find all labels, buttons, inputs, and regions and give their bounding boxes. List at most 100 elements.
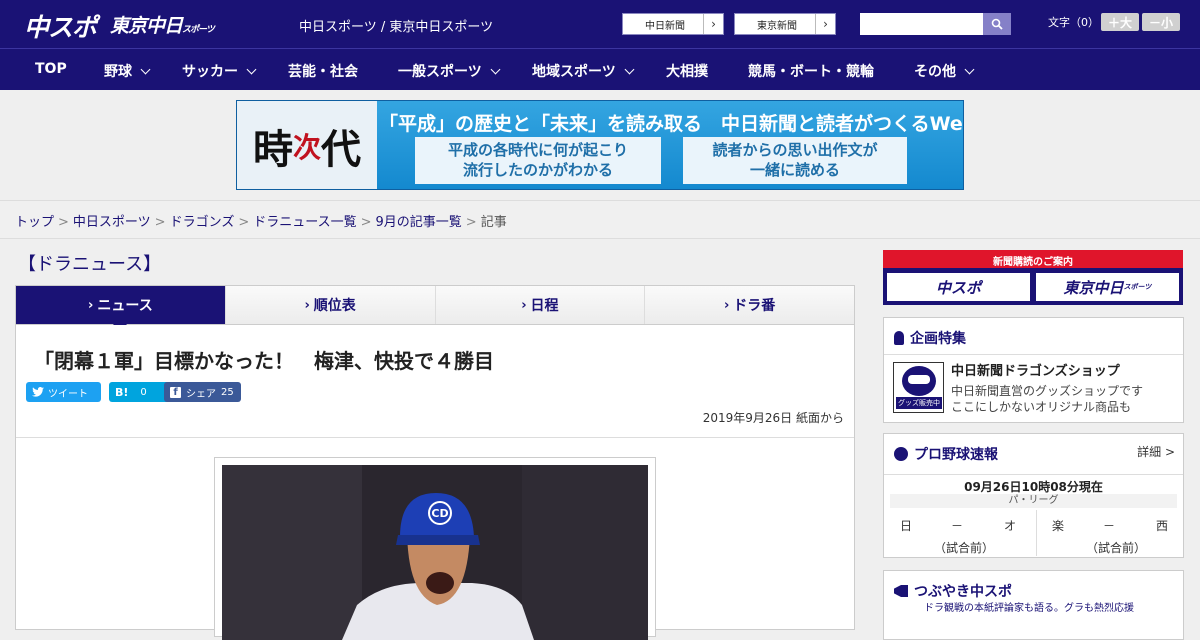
jidai-banner-ad[interactable]: 時次代 「平成」の歴史と「未来」を読み取る 中日新聞と読者がつくるWebサイト … (236, 100, 964, 190)
tweet-button[interactable]: ツイート (26, 382, 101, 402)
tokyo-shimbun-button[interactable]: 東京新聞 › (734, 13, 836, 35)
baseball-icon (894, 447, 908, 461)
tokyo-chunichi-logo[interactable]: 東京中日スポーツ (110, 11, 215, 38)
top-header: 中スポ 東京中日スポーツ 中日スポーツ / 東京中日スポーツ 中日新聞 › 東京… (0, 0, 1200, 48)
chevron-right-icon: › (304, 297, 310, 313)
breadcrumb-link[interactable]: トップ (15, 215, 54, 230)
font-larger-button[interactable]: ＋大 (1101, 13, 1139, 31)
twitter-bird-icon (32, 387, 44, 397)
breadcrumb-separator: > (154, 215, 166, 230)
pitcher-photo-illustration: CD (222, 465, 648, 640)
dragons-shop-icon[interactable]: グッズ販売中 (893, 362, 944, 413)
shop-description: ここにしかないオリジナル商品も (951, 400, 1132, 414)
banner-kanji-small: 次 (292, 131, 321, 164)
divider (884, 354, 1183, 355)
baseball-timestamp: 09月26日10時08分現在 (884, 474, 1183, 495)
subscribe-chuspo-button[interactable]: 中スポ (887, 273, 1030, 301)
chevron-right-icon: › (723, 297, 730, 313)
facebook-share-label: シェア (186, 388, 216, 400)
game-score: － (1103, 519, 1116, 533)
pin-icon (894, 331, 904, 345)
main-navigation: TOP 野球 サッカー 芸能・社会 一般スポーツ 地域スポーツ 大相撲 競馬・ボ… (0, 48, 1200, 90)
facebook-share-button[interactable]: f シェア 25 (164, 382, 241, 402)
nav-item-local-sports[interactable]: 地域スポーツ (532, 61, 635, 81)
nav-item-soccer[interactable]: サッカー (182, 61, 257, 81)
banner-box-line: 流行したのかがわかる (462, 161, 613, 179)
nav-item-baseball[interactable]: 野球 (104, 61, 151, 81)
article-photo-frame: CD (214, 457, 656, 640)
baseball-heading-text: プロ野球速報 (914, 447, 998, 463)
divider (1036, 510, 1037, 556)
chevron-down-icon (624, 64, 635, 75)
search-input[interactable] (860, 13, 983, 35)
tab-schedule[interactable]: › 日程 (434, 286, 645, 324)
tab-standings[interactable]: › 順位表 (224, 286, 435, 324)
nav-item-racing[interactable]: 競馬・ボート・競輪 (748, 61, 874, 81)
nav-item-other[interactable]: その他 (914, 61, 975, 81)
breadcrumb-link[interactable]: 9月の記事一覧 (376, 215, 462, 230)
tab-label: ドラ番 (733, 298, 776, 314)
subscribe-tokyo-chunichi-button[interactable]: 東京中日 スポーツ (1036, 273, 1179, 301)
article-photo[interactable]: CD (222, 465, 648, 640)
baseball-heading: プロ野球速報 (894, 444, 998, 464)
game-home-team: 楽 (1052, 519, 1065, 533)
tsubuyaki-heading-text: つぶやき中スポ (914, 584, 1012, 600)
breadcrumb: トップ > 中日スポーツ > ドラゴンズ > ドラニュース一覧 >9月の記事一覧 > 記事 (0, 200, 1200, 239)
subscribe-tokyo-label: 東京中日 (1063, 278, 1124, 297)
tab-label: 日程 (530, 298, 559, 314)
nav-item-general-sports[interactable]: 一般スポーツ (398, 61, 501, 81)
banner-headline: 「平成」の歴史と「未来」を読み取る 中日新聞と読者がつくるWebサイト (379, 113, 963, 135)
breadcrumb-separator: > (360, 215, 372, 230)
tokyo-logo-small: スポーツ (182, 25, 215, 35)
tab-dora-ban[interactable]: › ドラ番 (644, 286, 854, 324)
banner-box-line: 平成の各時代に何が起こり (447, 141, 628, 159)
facebook-icon: f (170, 386, 181, 398)
nav-item-top[interactable]: TOP (35, 61, 67, 77)
tokyo-logo-text: 東京中日 (110, 15, 183, 37)
article: 「閉幕１軍」目標かなった！ 梅津、快投で４勝目 ツイート B! 0 f シェア … (15, 325, 855, 640)
article-dateline: 2019年9月26日 紙面から (702, 411, 844, 425)
banner-box-line: 一緒に読める (749, 161, 840, 179)
divider (16, 437, 854, 438)
font-size-label: 文字（0） (1048, 16, 1099, 29)
chevron-down-icon (490, 64, 501, 75)
search-button[interactable] (983, 13, 1011, 35)
shop-description: 中日新聞直営のグッズショップです (951, 384, 1144, 398)
paper-button-label: 東京新聞 (757, 20, 797, 32)
nav-item-entertainment[interactable]: 芸能・社会 (288, 61, 358, 81)
subscription-title: 新聞購読のご案内 (993, 257, 1073, 268)
banner-box-line: 読者からの思い出作文が (712, 141, 878, 159)
feature-heading: 企画特集 (894, 328, 966, 348)
nav-item-sumo[interactable]: 大相撲 (666, 61, 708, 81)
site-links[interactable]: 中日スポーツ / 東京中日スポーツ (299, 16, 493, 35)
chuspo-logo[interactable]: 中スポ (24, 8, 97, 44)
breadcrumb-link[interactable]: ドラニュース一覧 (253, 215, 356, 230)
article-headline: 「閉幕１軍」目標かなった！ 梅津、快投で４勝目 (34, 349, 494, 373)
nav-label: その他 (914, 64, 956, 80)
chevron-down-icon (140, 64, 151, 75)
tab-news[interactable]: › ニュース (16, 286, 225, 332)
feature-box: 企画特集 グッズ販売中 中日新聞ドラゴンズショップ 中日新聞直営のグッズショップ… (883, 317, 1184, 423)
baseball-detail-link[interactable]: 詳細 > (1137, 443, 1175, 460)
megaphone-icon (894, 585, 908, 597)
shop-title-link[interactable]: 中日新聞ドラゴンズショップ (951, 360, 1120, 379)
breadcrumb-link[interactable]: 中日スポーツ (73, 215, 151, 230)
font-smaller-button[interactable]: －小 (1142, 13, 1180, 31)
tsubuyaki-subtitle: ドラ観戦の本紙評論家も語る。グラも熱烈応援 (924, 603, 1134, 614)
banner-box-right: 読者からの思い出作文が 一緒に読める (683, 137, 907, 184)
mascot-eyes (908, 375, 930, 384)
nav-label: 一般スポーツ (398, 64, 482, 80)
breadcrumb-separator: > (238, 215, 250, 230)
chevron-right-icon: › (703, 14, 723, 34)
chunichi-shimbun-button[interactable]: 中日新聞 › (622, 13, 724, 35)
game-status: （試合前） (1086, 541, 1147, 555)
breadcrumb-link[interactable]: ドラゴンズ (170, 215, 235, 230)
nav-label: 大相撲 (666, 64, 708, 80)
cap-logo-text: CD (431, 507, 448, 520)
chevron-right-icon: › (521, 297, 527, 313)
nav-label: 競馬・ボート・競輪 (748, 64, 874, 80)
banner-kanji-main: 代 (321, 126, 361, 173)
facebook-share-count: 25 (221, 386, 234, 398)
feature-heading-text: 企画特集 (910, 331, 966, 347)
chevron-down-icon (964, 64, 975, 75)
